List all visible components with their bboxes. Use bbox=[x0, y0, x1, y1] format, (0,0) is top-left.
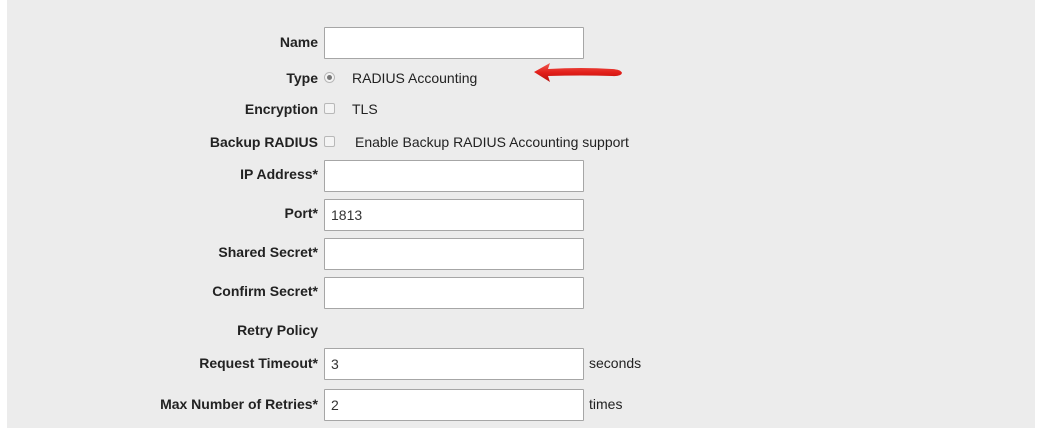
request-timeout-label: Request Timeout* bbox=[199, 355, 318, 371]
shared-secret-input[interactable] bbox=[324, 238, 584, 270]
retry-policy-heading: Retry Policy bbox=[237, 322, 318, 338]
backup-radius-option-label: Enable Backup RADIUS Accounting support bbox=[355, 134, 629, 150]
port-label: Port* bbox=[284, 205, 318, 221]
max-retries-unit: times bbox=[589, 396, 623, 412]
encryption-tls-checkbox[interactable] bbox=[324, 103, 335, 114]
encryption-label: Encryption bbox=[244, 101, 318, 117]
max-retries-label: Max Number of Retries* bbox=[160, 396, 318, 412]
request-timeout-input[interactable] bbox=[324, 348, 584, 380]
max-retries-input[interactable] bbox=[324, 389, 584, 421]
port-input[interactable] bbox=[324, 199, 584, 231]
type-label: Type bbox=[286, 70, 318, 86]
shared-secret-label: Shared Secret* bbox=[218, 244, 318, 260]
backup-radius-checkbox[interactable] bbox=[324, 136, 335, 147]
type-radio-radius-accounting[interactable] bbox=[324, 72, 335, 83]
name-input[interactable] bbox=[324, 27, 584, 59]
confirm-secret-input[interactable] bbox=[324, 277, 584, 309]
ip-address-label: IP Address* bbox=[240, 166, 318, 182]
name-label: Name bbox=[279, 34, 318, 50]
encryption-option-label: TLS bbox=[352, 101, 378, 117]
red-arrow-annotation bbox=[534, 63, 622, 82]
type-option-label: RADIUS Accounting bbox=[352, 70, 478, 86]
backup-radius-label: Backup RADIUS bbox=[209, 134, 318, 150]
request-timeout-unit: seconds bbox=[589, 355, 642, 371]
ip-address-input[interactable] bbox=[324, 160, 584, 192]
confirm-secret-label: Confirm Secret* bbox=[212, 283, 318, 299]
